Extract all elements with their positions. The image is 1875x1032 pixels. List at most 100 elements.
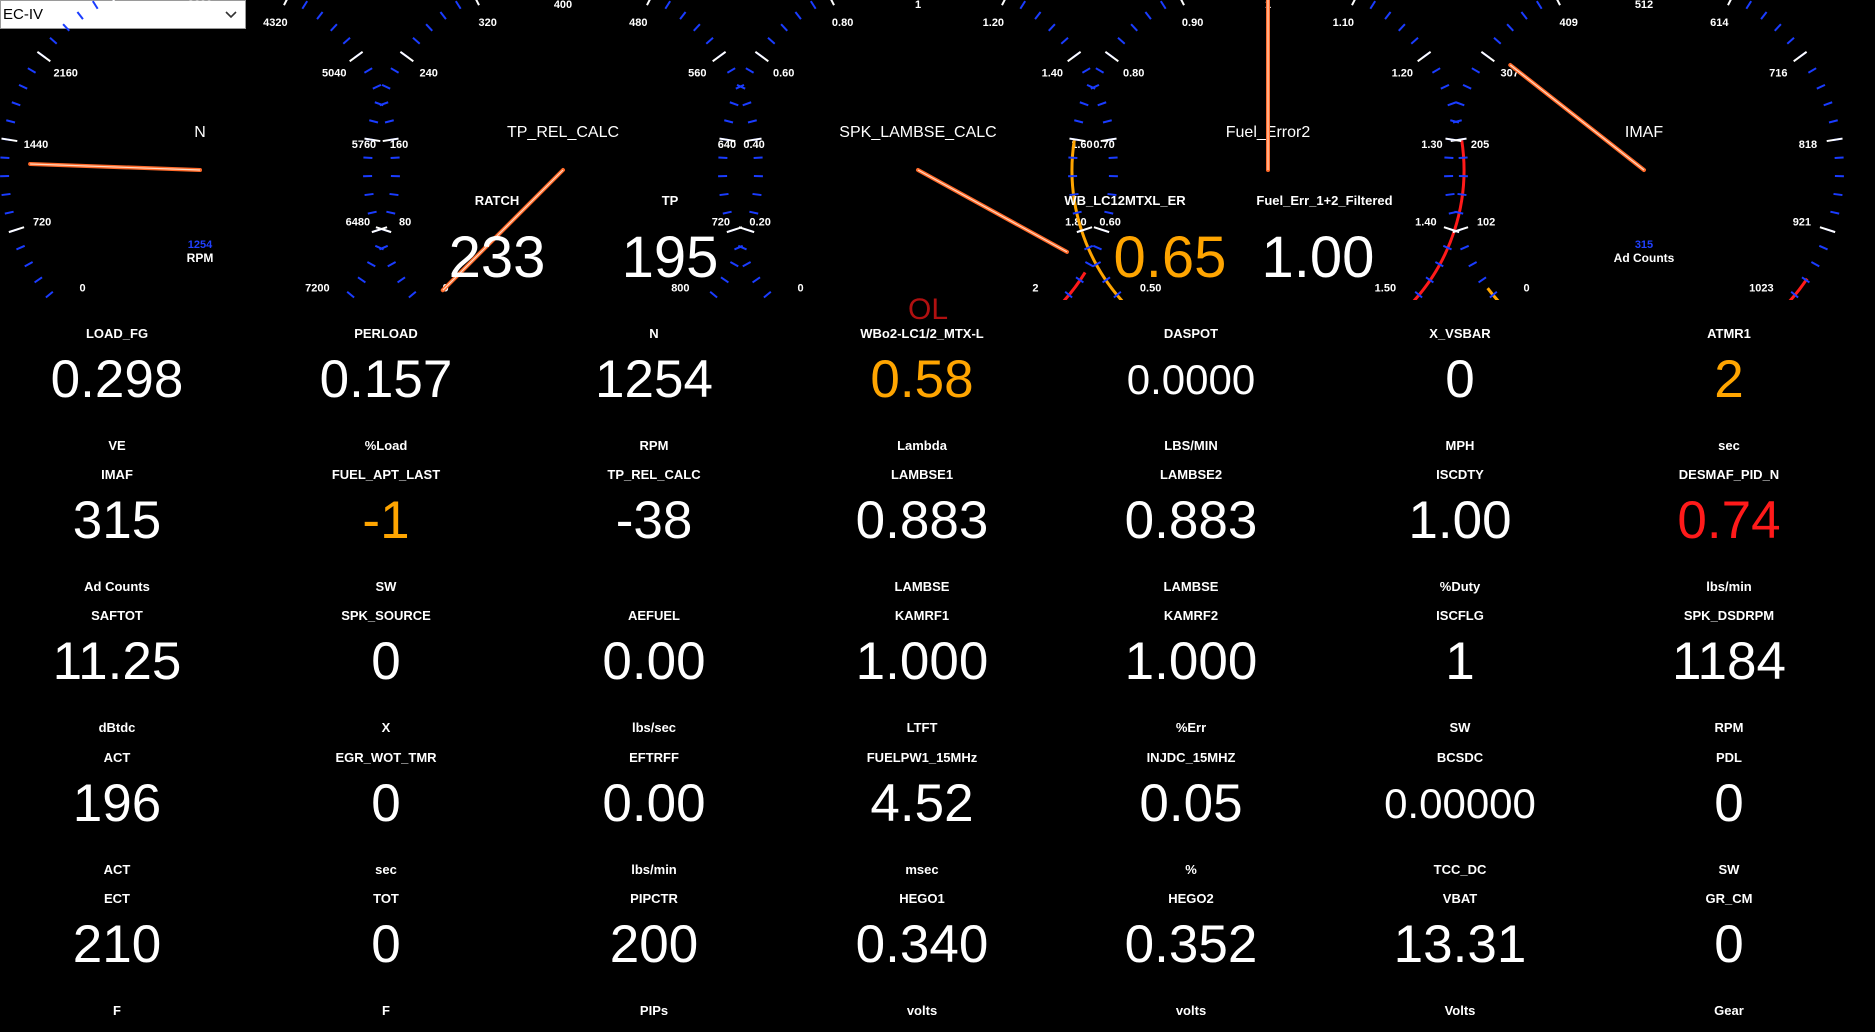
gauge-tick-label: 4320	[263, 17, 287, 29]
readout-unit: RPM	[520, 438, 788, 453]
readout-value: 1.00	[1326, 489, 1594, 553]
readout-label: HEGO1	[788, 891, 1056, 906]
readout-value: 0.05	[1057, 772, 1325, 836]
wb-lc12mtxl-label: WB_LC12MTXL_ER	[1040, 193, 1210, 208]
gauge-minor-tick	[1469, 262, 1477, 266]
readout-unit: lbs/sec	[520, 720, 788, 735]
readout-cell: PERLOAD0.157%Load	[252, 326, 520, 467]
gauge-minor-tick	[1432, 68, 1440, 73]
readout-value: 0	[252, 913, 520, 977]
gauge-major-tick	[1418, 52, 1431, 61]
fuel-err-filtered-label: Fuel_Err_1+2_Filtered	[1232, 193, 1417, 208]
readout-label: AEFUEL	[520, 608, 788, 623]
readout-cell: PDL0SW	[1595, 750, 1863, 891]
gauge-minor-tick	[373, 85, 381, 89]
readout-label: INJDC_15MHZ	[1057, 750, 1325, 765]
readout-value: 0	[1595, 772, 1863, 836]
readout-unit: LAMBSE	[788, 579, 1056, 594]
gauge-minor-tick	[1049, 24, 1055, 31]
gauge-tick-label: 7200	[305, 282, 329, 294]
gauge-tick-label: 1023	[1749, 282, 1773, 294]
readout-label: EFTRFF	[520, 750, 788, 765]
readout-value: 0.00	[520, 630, 788, 694]
readout-label: EGR_WOT_TMR	[252, 750, 520, 765]
gauge-tick-label: 2160	[53, 67, 77, 79]
readout-cell: SPK_SOURCE0X	[252, 608, 520, 749]
gauge-minor-tick	[413, 38, 420, 44]
readout-value: 4.52	[788, 772, 1056, 836]
gauge-minor-tick	[1096, 68, 1104, 73]
readout-cell: ACT196ACT	[0, 750, 251, 891]
gauge-minor-tick	[1456, 102, 1464, 105]
gauge-minor-tick	[743, 102, 751, 105]
gauge-minor-tick	[385, 120, 394, 122]
gauge-minor-tick	[426, 24, 432, 31]
gauge-minor-tick	[768, 38, 775, 44]
readout-unit: Ad Counts	[0, 579, 251, 594]
readout-value: 0.0000	[1057, 348, 1325, 412]
gauge-minor-tick	[1459, 157, 1468, 158]
gauge-tick-label: 1.20	[983, 17, 1004, 29]
gauge-minor-tick	[19, 85, 27, 89]
gauge-minor-tick	[1441, 85, 1449, 89]
gauge-minor-tick	[35, 277, 42, 282]
gauge-major-tick	[400, 52, 413, 61]
gauge-minor-tick	[1448, 102, 1456, 105]
gauge-tick-label: 409	[1559, 17, 1577, 29]
readout-value: 0.298	[0, 348, 251, 412]
readout-value: 200	[520, 913, 788, 977]
readout-unit: lbs/min	[1595, 579, 1863, 594]
readout-unit: volts	[788, 1003, 1056, 1018]
tp-label: TP	[540, 193, 800, 208]
readout-label: PIPCTR	[520, 891, 788, 906]
gauge-major-tick	[1794, 52, 1807, 61]
gauge-needle-highlight	[918, 170, 1067, 252]
gauge-minor-tick	[1824, 102, 1832, 105]
readout-value: 0.00	[520, 772, 788, 836]
gauge-tick-label: 320	[478, 17, 496, 29]
readout-cell: WBo2-LC1/2_MTX-L0.58Lambda	[788, 326, 1056, 467]
readout-cell: BCSDC0.00000TCC_DC	[1326, 750, 1594, 891]
gauge-minor-tick	[16, 246, 24, 250]
readout-value: 1	[1326, 630, 1594, 694]
gauge-minor-tick	[781, 24, 787, 31]
readout-cell: EGR_WOT_TMR0sec	[252, 750, 520, 891]
gauge-minor-tick	[1370, 1, 1375, 9]
gauge-major-tick	[1068, 52, 1081, 61]
readout-cell: KAMRF21.000%Err	[1057, 608, 1325, 749]
readout-value: 13.31	[1326, 913, 1594, 977]
readout-cell: TP_REL_CALC-38	[520, 467, 788, 608]
readout-label: PDL	[1595, 750, 1863, 765]
gauge-minor-tick	[1479, 277, 1486, 282]
readout-value: 0	[1595, 913, 1863, 977]
gauge-minor-tick	[1457, 194, 1466, 195]
readout-cell: HEGO20.352volts	[1057, 891, 1325, 1032]
gauge-major-tick	[1481, 52, 1494, 61]
readout-label: PERLOAD	[252, 326, 520, 341]
gauge-minor-tick	[746, 68, 754, 73]
gauge-tick-label: 0	[798, 282, 804, 294]
gauge-minor-tick	[1446, 194, 1455, 195]
gauge-minor-tick	[1494, 38, 1501, 44]
gauge-tick-label: 1.20	[1392, 67, 1413, 79]
readout-label: N	[520, 326, 788, 341]
readout-cell: EFTRFF0.00lbs/min	[520, 750, 788, 891]
readout-value: 0.58	[788, 348, 1056, 412]
readout-unit: LAMBSE	[1057, 579, 1325, 594]
gauge-minor-tick	[724, 120, 733, 122]
readout-unit: PIPs	[520, 1003, 788, 1018]
gauge-major-tick	[284, 0, 291, 5]
gauge-major-tick	[827, 0, 834, 5]
readout-unit: sec	[252, 862, 520, 877]
gauge-tick-label: 1.40	[1042, 67, 1063, 79]
gauge-major-tick	[755, 52, 768, 61]
gauge-major-tick	[37, 52, 50, 61]
gauge-tick-label: 1.10	[1333, 17, 1354, 29]
gauge-tick-label: 5040	[322, 67, 346, 79]
readout-unit: %	[1057, 862, 1325, 877]
readout-value: 1.000	[788, 630, 1056, 694]
gauge-zone-arc	[1488, 288, 1506, 300]
gauge-minor-tick	[1537, 1, 1542, 9]
readout-value: 0.352	[1057, 913, 1325, 977]
readout-cell: LAMBSE20.883LAMBSE	[1057, 467, 1325, 608]
